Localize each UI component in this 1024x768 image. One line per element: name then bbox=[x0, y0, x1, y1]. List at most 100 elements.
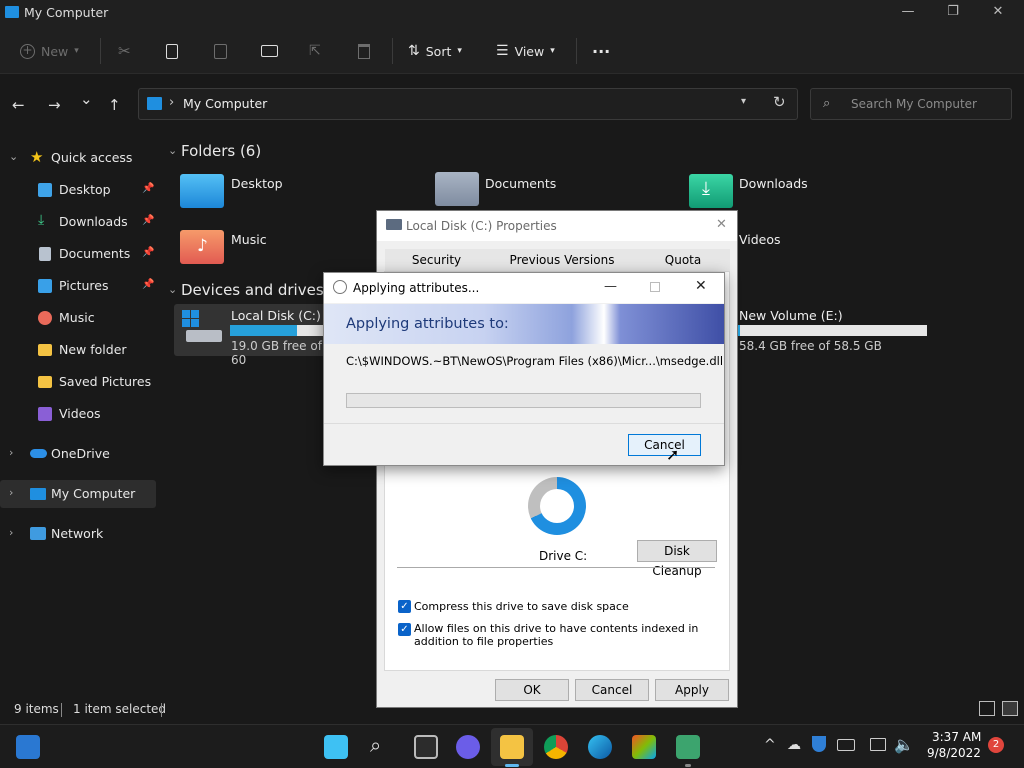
chevron-down-icon[interactable]: ▾ bbox=[741, 96, 746, 107]
recent-locations-button[interactable]: ⌄ bbox=[80, 90, 93, 108]
drive-free-space: 58.4 GB free of 58.5 GB bbox=[739, 339, 882, 353]
folder-icon bbox=[38, 376, 52, 388]
sidebar-item-music[interactable]: Music bbox=[0, 304, 158, 332]
download-icon: ⤓ bbox=[702, 178, 710, 199]
details-view-icon[interactable] bbox=[979, 701, 995, 716]
edge-icon[interactable] bbox=[588, 735, 612, 759]
network-status-icon[interactable]: ☁ bbox=[787, 737, 801, 753]
delete-icon[interactable] bbox=[358, 40, 370, 62]
cancel-button[interactable]: Cancel bbox=[575, 679, 649, 701]
ok-button[interactable]: OK bbox=[495, 679, 569, 701]
sidebar-item-label: Desktop bbox=[59, 182, 111, 197]
defender-icon[interactable] bbox=[812, 736, 826, 752]
music-note-icon: ♪ bbox=[197, 236, 208, 256]
address-bar[interactable]: › My Computer ▾ ↻ bbox=[138, 88, 798, 120]
divider-line bbox=[397, 567, 715, 568]
teams-chat-icon[interactable] bbox=[456, 735, 480, 759]
volume-icon[interactable]: 🔈 bbox=[894, 735, 914, 754]
folder-name: Downloads bbox=[739, 176, 808, 191]
search-input[interactable]: Search My Computer bbox=[851, 97, 977, 111]
sidebar-item-onedrive[interactable]: › OneDrive bbox=[0, 440, 158, 468]
file-explorer-icon[interactable] bbox=[500, 735, 524, 759]
index-label: Allow files on this drive to have conten… bbox=[414, 622, 699, 648]
sidebar-item-label: Music bbox=[59, 310, 95, 325]
sidebar-item-videos[interactable]: Videos bbox=[0, 400, 158, 428]
cloud-icon bbox=[30, 449, 47, 458]
view-button[interactable]: ☰ View ▾ bbox=[496, 40, 555, 62]
paste-icon[interactable] bbox=[214, 40, 227, 62]
close-button[interactable]: ✕ bbox=[695, 278, 707, 294]
copy-icon[interactable] bbox=[166, 40, 178, 62]
pictures-icon bbox=[38, 279, 52, 293]
cut-icon[interactable]: ✂ bbox=[118, 40, 131, 62]
close-button[interactable]: ✕ bbox=[983, 4, 1013, 24]
sort-button[interactable]: ⇅ Sort ▾ bbox=[408, 40, 462, 62]
sidebar-item-documents[interactable]: Documents 📌 bbox=[0, 240, 158, 268]
new-button[interactable]: + New ▾ bbox=[20, 40, 79, 62]
tab-security[interactable]: Security bbox=[385, 249, 488, 271]
chevron-down-icon[interactable]: ⌄ bbox=[168, 283, 177, 296]
tab-previous-versions[interactable]: Previous Versions bbox=[488, 249, 636, 271]
close-button[interactable]: ✕ bbox=[716, 217, 727, 232]
task-view-icon[interactable] bbox=[414, 735, 438, 759]
more-options-button[interactable]: ··· bbox=[592, 40, 610, 62]
sidebar-item-my-computer[interactable]: › My Computer bbox=[0, 480, 156, 508]
maximize-button bbox=[650, 282, 660, 292]
plus-circle-icon: + bbox=[20, 43, 35, 59]
sidebar-item-network[interactable]: › Network bbox=[0, 520, 158, 548]
selection-count: 1 item selected bbox=[73, 702, 167, 716]
app-icon[interactable] bbox=[676, 735, 700, 759]
share-icon[interactable]: ⇱ bbox=[309, 40, 321, 62]
tab-quota[interactable]: Quota bbox=[636, 249, 730, 271]
refresh-icon[interactable]: ↻ bbox=[773, 93, 786, 111]
toolbar-divider bbox=[100, 38, 101, 64]
minimize-button[interactable]: — bbox=[604, 279, 617, 294]
desktop-folder-icon bbox=[180, 174, 224, 208]
index-checkbox[interactable]: ✓ bbox=[398, 623, 411, 636]
keyboard-icon[interactable] bbox=[837, 739, 855, 751]
sidebar-item-quick-access[interactable]: ⌄ ★ Quick access bbox=[0, 144, 158, 172]
drive-usage-bar bbox=[738, 325, 927, 336]
chevron-right-icon: › bbox=[9, 446, 14, 459]
search-icon[interactable]: ⌕ bbox=[370, 733, 381, 757]
drive-usage-fill bbox=[738, 325, 740, 336]
toolbar-divider bbox=[392, 38, 393, 64]
drive-free-space: 19.0 GB free of 60 bbox=[231, 339, 322, 367]
display-icon[interactable] bbox=[870, 738, 886, 751]
windows-drive-icon bbox=[180, 308, 222, 346]
tray-chevron[interactable]: ^ bbox=[764, 737, 776, 753]
drive-local-disk-c[interactable]: Local Disk (C:) 19.0 GB free of 60 bbox=[174, 304, 328, 367]
cancel-button[interactable]: Cancel bbox=[628, 434, 701, 456]
maximize-button[interactable]: ❐ bbox=[938, 4, 968, 24]
minimize-button[interactable]: — bbox=[893, 4, 923, 24]
apply-banner: Applying attributes to: bbox=[324, 304, 724, 344]
back-button[interactable]: ← bbox=[12, 96, 25, 114]
notification-badge[interactable]: 2 bbox=[988, 737, 1004, 753]
sidebar-item-pictures[interactable]: Pictures 📌 bbox=[0, 272, 158, 300]
start-button[interactable] bbox=[324, 735, 348, 759]
search-box[interactable]: ⌕ Search My Computer bbox=[810, 88, 1012, 120]
compress-checkbox[interactable]: ✓ bbox=[398, 600, 411, 613]
sidebar-item-saved-pictures[interactable]: Saved Pictures bbox=[0, 368, 158, 396]
store-icon[interactable] bbox=[632, 735, 656, 759]
apply-button[interactable]: Apply bbox=[655, 679, 729, 701]
sidebar-item-label: Network bbox=[51, 526, 104, 541]
widgets-icon[interactable] bbox=[16, 735, 40, 759]
tiles-view-icon[interactable] bbox=[1002, 701, 1018, 716]
sidebar-item-downloads[interactable]: ⤓ Downloads 📌 bbox=[0, 208, 158, 236]
sidebar-item-new-folder[interactable]: New folder bbox=[0, 336, 158, 364]
clock-date[interactable]: 9/8/2022 bbox=[927, 746, 981, 760]
sidebar-item-label: Pictures bbox=[59, 278, 109, 293]
chrome-icon[interactable] bbox=[544, 735, 568, 759]
sidebar-item-desktop[interactable]: Desktop 📌 bbox=[0, 176, 158, 204]
sort-label: Sort bbox=[425, 43, 452, 59]
view-icon: ☰ bbox=[496, 43, 509, 59]
chevron-down-icon[interactable]: ⌄ bbox=[168, 144, 177, 157]
videos-icon bbox=[38, 407, 52, 421]
forward-button[interactable]: → bbox=[48, 96, 61, 114]
disk-cleanup-button[interactable]: Disk Cleanup bbox=[637, 540, 717, 578]
clock-time[interactable]: 3:37 AM bbox=[932, 730, 981, 744]
rename-icon[interactable] bbox=[261, 40, 278, 62]
computer-icon bbox=[147, 97, 162, 110]
up-button[interactable]: ↑ bbox=[108, 96, 121, 114]
